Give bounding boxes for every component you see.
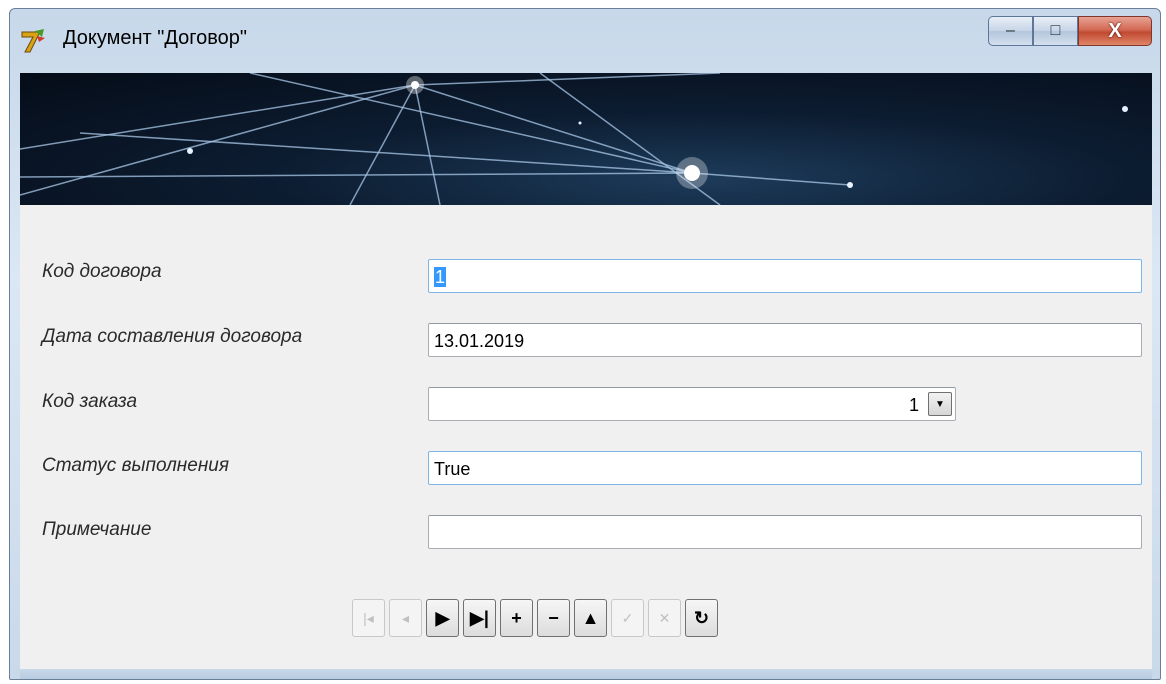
title-bar[interactable]: Документ "Договор" – □ X (10, 9, 1160, 73)
label-contract-date: Дата составления договора (42, 326, 303, 347)
chevron-down-icon: ▼ (935, 398, 945, 410)
minus-icon: − (548, 607, 559, 628)
prior-record-icon: ◂ (401, 609, 410, 626)
nav-edit-button[interactable]: ▲ (574, 599, 607, 637)
db-navigator: |◂ ◂ ▶ ▶| + − ▲ ✓ ✕ ↻ (352, 599, 718, 637)
status-field[interactable]: True (428, 451, 1142, 485)
plus-icon: + (511, 607, 522, 628)
label-contract-code: Код договора (42, 261, 162, 282)
window-bottom-frame (20, 669, 1152, 679)
contract-code-value: 1 (434, 267, 447, 287)
cancel-icon: ✕ (658, 609, 671, 626)
label-order-code: Код заказа (42, 391, 138, 412)
nav-last-button[interactable]: ▶| (463, 599, 496, 637)
minimize-button[interactable]: – (988, 16, 1033, 46)
contract-date-value: 13.01.2019 (434, 331, 525, 351)
contract-date-field[interactable]: 13.01.2019 (428, 323, 1142, 357)
nav-post-button[interactable]: ✓ (611, 599, 644, 637)
order-code-value: 1 (908, 395, 919, 415)
status-value: True (434, 459, 471, 479)
nav-cancel-button[interactable]: ✕ (648, 599, 681, 637)
label-status: Статус выполнения (42, 455, 230, 476)
window-title: Документ "Договор" (63, 27, 247, 49)
nav-prior-button[interactable]: ◂ (389, 599, 422, 637)
nav-next-button[interactable]: ▶ (426, 599, 459, 637)
first-record-icon: |◂ (363, 609, 374, 626)
checkmark-icon: ✓ (621, 609, 634, 626)
document-window: Документ "Договор" – □ X Код договора 1 … (9, 8, 1161, 680)
order-code-combobox[interactable]: 1 ▼ (428, 387, 956, 421)
order-code-dropdown-button[interactable]: ▼ (928, 392, 952, 416)
app-icon (21, 29, 45, 53)
refresh-icon: ↻ (693, 607, 710, 628)
next-record-icon: ▶ (435, 607, 450, 628)
nav-delete-button[interactable]: − (537, 599, 570, 637)
nav-refresh-button[interactable]: ↻ (685, 599, 718, 637)
close-icon: X (1108, 19, 1122, 42)
label-note: Примечание (42, 519, 152, 540)
last-record-icon: ▶| (470, 607, 489, 628)
nav-first-button[interactable]: |◂ (352, 599, 385, 637)
nav-insert-button[interactable]: + (500, 599, 533, 637)
note-field[interactable] (428, 515, 1142, 549)
form-client-area: Код договора 1 Дата составления договора… (20, 205, 1152, 671)
maximize-button[interactable]: □ (1033, 16, 1078, 46)
minimize-icon: – (1006, 22, 1015, 39)
maximize-icon: □ (1050, 22, 1061, 39)
header-banner-image (20, 73, 1152, 205)
edit-up-icon: ▲ (581, 607, 600, 628)
close-button[interactable]: X (1078, 16, 1152, 46)
network-lines-image (20, 73, 1128, 205)
caption-buttons: – □ X (988, 16, 1152, 46)
contract-code-field[interactable]: 1 (428, 259, 1142, 293)
